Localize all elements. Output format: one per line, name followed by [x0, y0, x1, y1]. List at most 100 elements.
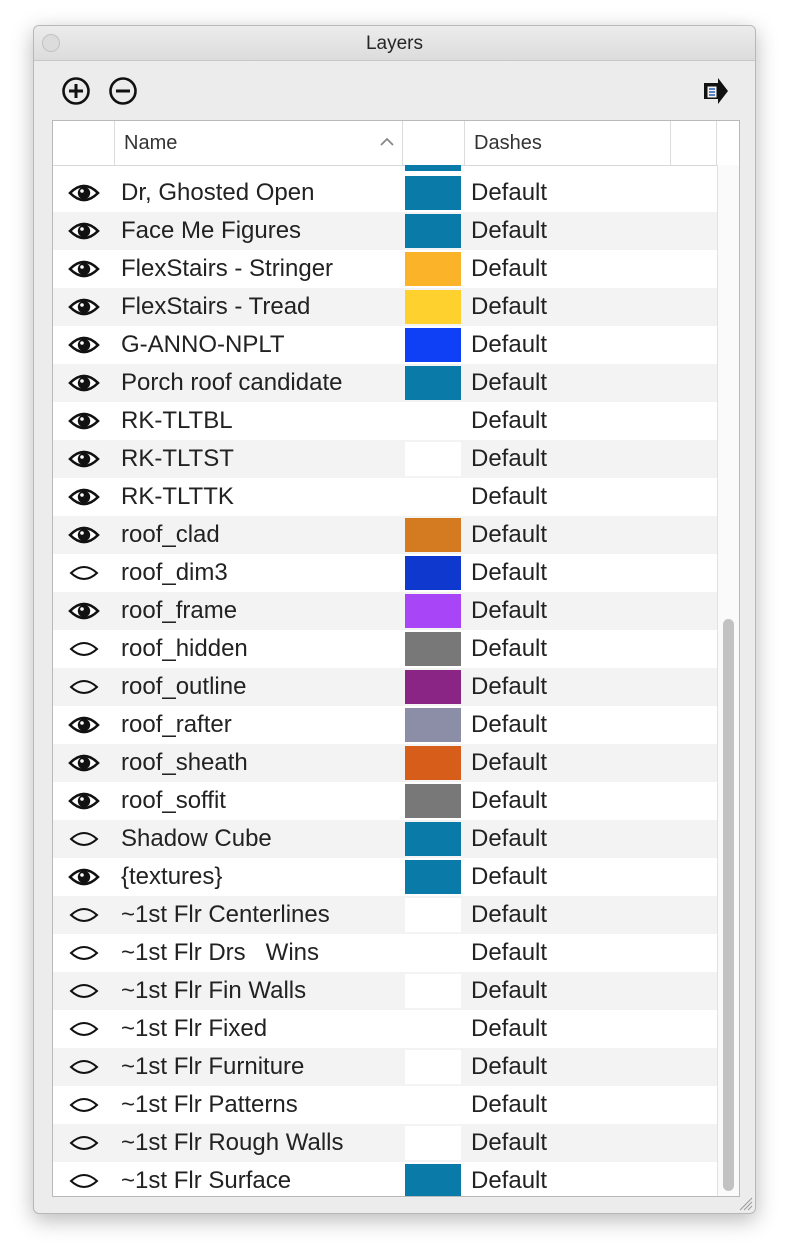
eye-open-icon[interactable]: [67, 408, 101, 434]
layer-dashes[interactable]: Default: [471, 326, 547, 364]
layer-color-swatch[interactable]: [405, 328, 461, 362]
layer-row[interactable]: ~1st Flr Fixed Default: [53, 1010, 717, 1048]
layer-row[interactable]: roof_soffit Default: [53, 782, 717, 820]
layer-color-swatch[interactable]: [405, 1126, 461, 1160]
eye-closed-icon[interactable]: [67, 560, 101, 586]
layer-row[interactable]: {textures} Default: [53, 858, 717, 896]
vertical-scrollbar[interactable]: [717, 165, 739, 1196]
eye-open-icon[interactable]: [67, 446, 101, 472]
layer-color-swatch[interactable]: [405, 632, 461, 666]
add-layer-button[interactable]: [60, 75, 92, 107]
layer-row[interactable]: Face Me Figures Default: [53, 212, 717, 250]
eye-closed-icon[interactable]: [67, 1054, 101, 1080]
layer-dashes[interactable]: Default: [471, 478, 547, 516]
eye-open-icon[interactable]: [67, 294, 101, 320]
eye-open-icon[interactable]: [67, 598, 101, 624]
layer-row[interactable]: roof_dim3 Default: [53, 554, 717, 592]
eye-open-icon[interactable]: [67, 370, 101, 396]
eye-open-icon[interactable]: [67, 864, 101, 890]
resize-grip-icon[interactable]: [737, 1195, 753, 1211]
eye-closed-icon[interactable]: [67, 636, 101, 662]
layer-color-swatch[interactable]: [405, 518, 461, 552]
layer-dashes[interactable]: Default: [471, 820, 547, 858]
layer-row[interactable]: FlexStairs - Stringer Default: [53, 250, 717, 288]
layer-color-swatch[interactable]: [405, 898, 461, 932]
layer-row[interactable]: roof_hidden Default: [53, 630, 717, 668]
layer-dashes[interactable]: Default: [471, 212, 547, 250]
layer-dashes[interactable]: Default: [471, 1086, 547, 1124]
layer-color-swatch[interactable]: [405, 252, 461, 286]
layer-dashes[interactable]: Default: [471, 440, 547, 478]
eye-closed-icon[interactable]: [67, 826, 101, 852]
layer-dashes[interactable]: Default: [471, 516, 547, 554]
layer-row[interactable]: ~1st Flr Drs Wins Default: [53, 934, 717, 972]
eye-open-icon[interactable]: [67, 712, 101, 738]
eye-closed-icon[interactable]: [67, 940, 101, 966]
eye-closed-icon[interactable]: [67, 1092, 101, 1118]
layer-dashes[interactable]: Default: [471, 1124, 547, 1162]
layer-color-swatch[interactable]: [405, 822, 461, 856]
column-header-color[interactable]: [403, 121, 465, 165]
layer-row[interactable]: ~1st Flr Surface Default: [53, 1162, 717, 1196]
layer-color-swatch[interactable]: [405, 1012, 461, 1046]
layer-row[interactable]: ~1st Flr Centerlines Default: [53, 896, 717, 934]
remove-layer-button[interactable]: [107, 75, 139, 107]
layer-row[interactable]: Shadow Cube Default: [53, 820, 717, 858]
eye-closed-icon[interactable]: [67, 1016, 101, 1042]
export-layers-button[interactable]: [699, 75, 731, 107]
layer-row[interactable]: roof_frame Default: [53, 592, 717, 630]
layer-dashes[interactable]: Default: [471, 630, 547, 668]
column-header-visibility[interactable]: [53, 121, 115, 165]
column-header-name[interactable]: Name: [115, 121, 403, 165]
layer-row[interactable]: roof_sheath Default: [53, 744, 717, 782]
layer-dashes[interactable]: Default: [471, 744, 547, 782]
eye-open-icon[interactable]: [67, 484, 101, 510]
layer-dashes[interactable]: Default: [471, 934, 547, 972]
layer-dashes[interactable]: Default: [471, 554, 547, 592]
layer-row[interactable]: roof_rafter Default: [53, 706, 717, 744]
scrollbar-thumb[interactable]: [723, 619, 734, 1191]
layer-color-swatch[interactable]: [405, 746, 461, 780]
layer-color-swatch[interactable]: [405, 594, 461, 628]
title-bar[interactable]: Layers: [34, 26, 755, 61]
layer-row[interactable]: ~1st Flr Rough Walls Default: [53, 1124, 717, 1162]
layer-color-swatch[interactable]: [405, 556, 461, 590]
layer-color-swatch[interactable]: [405, 366, 461, 400]
layer-color-swatch[interactable]: [405, 708, 461, 742]
layer-dashes[interactable]: Default: [471, 402, 547, 440]
layer-row[interactable]: FlexStairs - Tread Default: [53, 288, 717, 326]
layer-color-swatch[interactable]: [405, 442, 461, 476]
layer-color-swatch[interactable]: [405, 936, 461, 970]
layer-color-swatch[interactable]: [405, 1164, 461, 1196]
layer-row[interactable]: G-ANNO-NPLT Default: [53, 326, 717, 364]
column-header-dashes[interactable]: Dashes: [465, 121, 671, 165]
layer-color-swatch[interactable]: [405, 290, 461, 324]
layer-color-swatch[interactable]: [405, 784, 461, 818]
layer-dashes[interactable]: Default: [471, 972, 547, 1010]
layer-color-swatch[interactable]: [405, 480, 461, 514]
layer-dashes[interactable]: Default: [471, 592, 547, 630]
layer-dashes[interactable]: Default: [471, 250, 547, 288]
layer-row[interactable]: roof_clad Default: [53, 516, 717, 554]
layer-dashes[interactable]: Default: [471, 1010, 547, 1048]
eye-closed-icon[interactable]: [67, 1168, 101, 1194]
layer-dashes[interactable]: Default: [471, 896, 547, 934]
layer-color-swatch[interactable]: [405, 404, 461, 438]
layer-color-swatch[interactable]: [405, 214, 461, 248]
layer-dashes[interactable]: Default: [471, 782, 547, 820]
layer-dashes[interactable]: Default: [471, 1162, 547, 1196]
eye-open-icon[interactable]: [67, 180, 101, 206]
eye-closed-icon[interactable]: [67, 1130, 101, 1156]
layer-row[interactable]: RK-TLTST Default: [53, 440, 717, 478]
eye-open-icon[interactable]: [67, 522, 101, 548]
layer-row[interactable]: RK-TLTTK Default: [53, 478, 717, 516]
layer-row[interactable]: Porch roof candidate Default: [53, 364, 717, 402]
layer-dashes[interactable]: Default: [471, 288, 547, 326]
layer-row[interactable]: Dr, Ghosted Open Default: [53, 174, 717, 212]
eye-closed-icon[interactable]: [67, 674, 101, 700]
layer-dashes[interactable]: Default: [471, 858, 547, 896]
layer-dashes[interactable]: Default: [471, 364, 547, 402]
layer-dashes[interactable]: Default: [471, 174, 547, 212]
eye-open-icon[interactable]: [67, 256, 101, 282]
layer-color-swatch[interactable]: [405, 1050, 461, 1084]
